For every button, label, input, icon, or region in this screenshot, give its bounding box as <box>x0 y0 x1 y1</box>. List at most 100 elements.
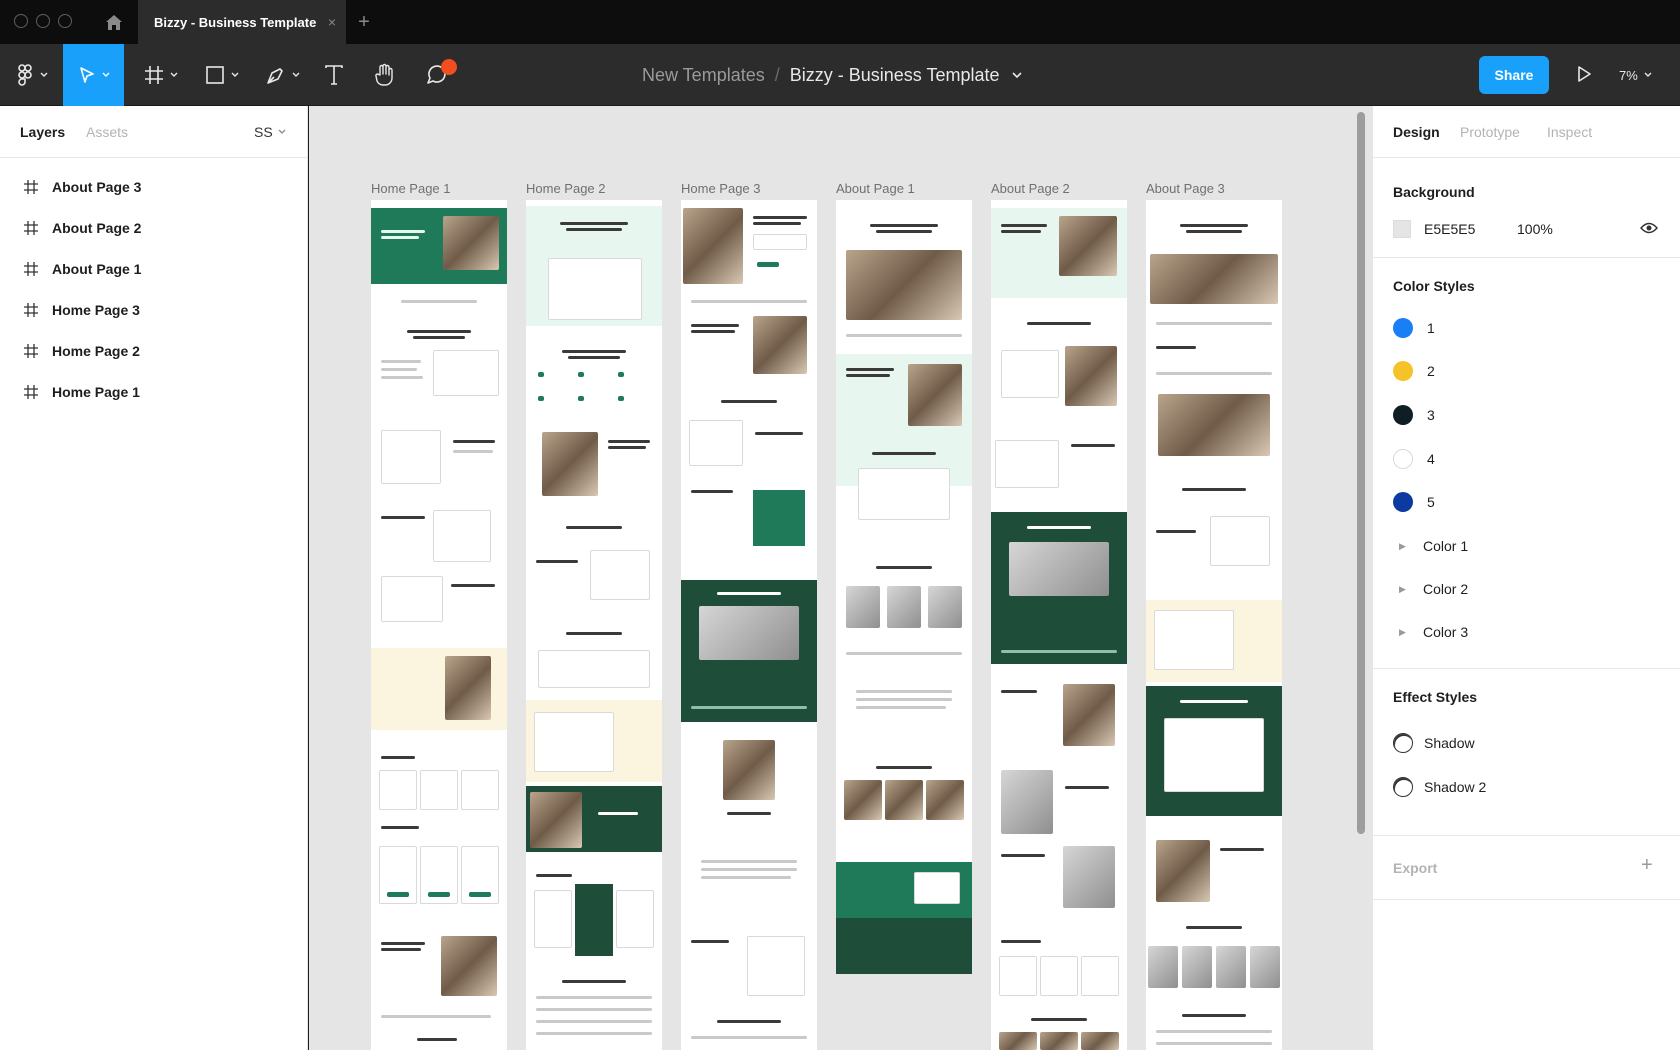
frame-about-page-3[interactable] <box>1146 200 1282 1050</box>
shadow-effect-icon <box>1393 733 1413 753</box>
frame-tool-button[interactable] <box>137 44 185 106</box>
layer-row[interactable]: About Page 2 <box>0 207 307 248</box>
color-style-row[interactable]: 4 <box>1393 449 1435 469</box>
dashboard-mockup <box>1164 718 1264 792</box>
hand-tool-button[interactable] <box>370 44 400 106</box>
color-group-row[interactable]: ▶ Color 2 <box>1393 579 1468 599</box>
frame-label[interactable]: Home Page 3 <box>681 181 761 196</box>
present-play-icon[interactable] <box>1574 64 1598 86</box>
text-tool-button[interactable] <box>320 44 348 106</box>
background-title: Background <box>1393 184 1475 200</box>
layer-name: Home Page 1 <box>52 383 140 400</box>
background-hex-input[interactable]: E5E5E5 <box>1424 221 1475 237</box>
tab-close-icon[interactable]: × <box>328 13 336 31</box>
move-tool-button[interactable] <box>63 44 124 106</box>
color-style-name: 4 <box>1427 451 1435 467</box>
color-group-name: Color 2 <box>1423 581 1469 597</box>
design-canvas[interactable]: Home Page 1 Home Page 2 Home Page 3 Abou… <box>309 106 1372 1050</box>
breadcrumb-file-name[interactable]: Bizzy - Business Template <box>790 65 1000 86</box>
background-opacity-input[interactable]: 100% <box>1517 221 1553 237</box>
comment-tool-button[interactable] <box>421 44 451 106</box>
frame-label[interactable]: Home Page 1 <box>371 181 451 196</box>
frame-label[interactable]: About Page 2 <box>991 181 1070 196</box>
pen-icon <box>267 68 283 84</box>
chevron-down-icon <box>102 72 109 77</box>
effect-style-row[interactable]: Shadow 2 <box>1393 777 1486 797</box>
export-title[interactable]: Export <box>1393 860 1437 876</box>
frame-label[interactable]: About Page 1 <box>836 181 915 196</box>
chevron-down-icon <box>231 72 239 77</box>
page-selector-label: SS <box>254 124 273 140</box>
maximize-window-button[interactable] <box>58 14 72 28</box>
layer-name: About Page 1 <box>52 260 142 277</box>
frame-label[interactable]: Home Page 2 <box>526 181 606 196</box>
device-mockup <box>433 350 499 396</box>
page-selector[interactable]: SS <box>254 124 286 140</box>
color-swatch <box>1393 361 1413 381</box>
zoom-menu[interactable]: 7% <box>1619 44 1652 106</box>
left-panel-tabs: Layers Assets SS <box>0 106 307 158</box>
tab-assets[interactable]: Assets <box>86 124 128 140</box>
share-button[interactable]: Share <box>1479 56 1549 94</box>
shape-tool-button[interactable] <box>198 44 246 106</box>
color-style-row[interactable]: 5 <box>1393 492 1435 512</box>
tab-prototype[interactable]: Prototype <box>1460 124 1520 140</box>
layer-row[interactable]: About Page 1 <box>0 248 307 289</box>
frame-label[interactable]: About Page 3 <box>1146 181 1225 196</box>
main-menu-button[interactable] <box>8 44 58 106</box>
tab-inspect[interactable]: Inspect <box>1547 124 1592 140</box>
frame-about-page-1[interactable] <box>836 200 972 974</box>
layer-row[interactable]: About Page 3 <box>0 166 307 207</box>
chevron-down-icon[interactable] <box>1011 71 1022 79</box>
title-bar: Bizzy - Business Template × + <box>0 0 1680 44</box>
breadcrumb-project[interactable]: New Templates <box>642 65 765 86</box>
close-window-button[interactable] <box>14 14 28 28</box>
color-group-name: Color 3 <box>1423 624 1469 640</box>
canvas-vertical-scrollbar[interactable] <box>1357 112 1365 834</box>
feature-photo <box>542 432 598 496</box>
layer-row[interactable]: Home Page 3 <box>0 289 307 330</box>
frame-home-page-1[interactable] <box>371 200 507 1050</box>
frame-home-page-2[interactable] <box>526 200 662 1050</box>
pen-tool-button[interactable] <box>259 44 307 106</box>
frame-icon <box>24 179 38 194</box>
color-style-row[interactable]: 3 <box>1393 405 1435 425</box>
frame-hash-icon <box>145 66 163 84</box>
background-color-swatch[interactable] <box>1393 220 1411 238</box>
layer-name: Home Page 3 <box>52 301 140 318</box>
color-style-row[interactable]: 1 <box>1393 318 1435 338</box>
effect-styles-title: Effect Styles <box>1393 689 1478 705</box>
office-photo <box>699 606 799 660</box>
color-group-row[interactable]: ▶ Color 3 <box>1393 622 1468 642</box>
new-tab-button[interactable]: + <box>352 10 376 34</box>
home-icon[interactable] <box>102 11 126 33</box>
layer-row[interactable]: Home Page 1 <box>0 371 307 412</box>
color-style-name: 2 <box>1427 363 1435 379</box>
quote-card <box>753 490 805 546</box>
team-member-photo <box>1063 684 1115 746</box>
file-tab[interactable]: Bizzy - Business Template × <box>138 0 346 44</box>
color-style-row[interactable]: 2 <box>1393 361 1435 381</box>
team-photo <box>723 740 775 800</box>
caret-right-icon[interactable]: ▶ <box>1399 627 1409 638</box>
dashboard-mockup <box>995 440 1059 488</box>
frame-icon <box>24 384 38 399</box>
caret-right-icon[interactable]: ▶ <box>1399 541 1409 552</box>
export-section: Export + <box>1373 836 1680 900</box>
featured-price-card <box>575 884 613 956</box>
layer-row[interactable]: Home Page 2 <box>0 330 307 371</box>
tab-design[interactable]: Design <box>1393 124 1440 140</box>
frame-icon <box>24 343 38 358</box>
hero-image <box>1059 216 1117 276</box>
caret-right-icon[interactable]: ▶ <box>1399 584 1409 595</box>
color-style-name: 5 <box>1427 494 1435 510</box>
tab-layers[interactable]: Layers <box>20 124 65 140</box>
effect-style-row[interactable]: Shadow <box>1393 733 1475 753</box>
frame-about-page-2[interactable] <box>991 200 1127 1050</box>
add-export-button[interactable]: + <box>1641 854 1653 877</box>
frame-home-page-3[interactable] <box>681 200 817 1050</box>
eye-icon[interactable] <box>1640 222 1658 234</box>
chevron-down-icon <box>278 129 286 134</box>
minimize-window-button[interactable] <box>36 14 50 28</box>
color-group-row[interactable]: ▶ Color 1 <box>1393 536 1468 556</box>
